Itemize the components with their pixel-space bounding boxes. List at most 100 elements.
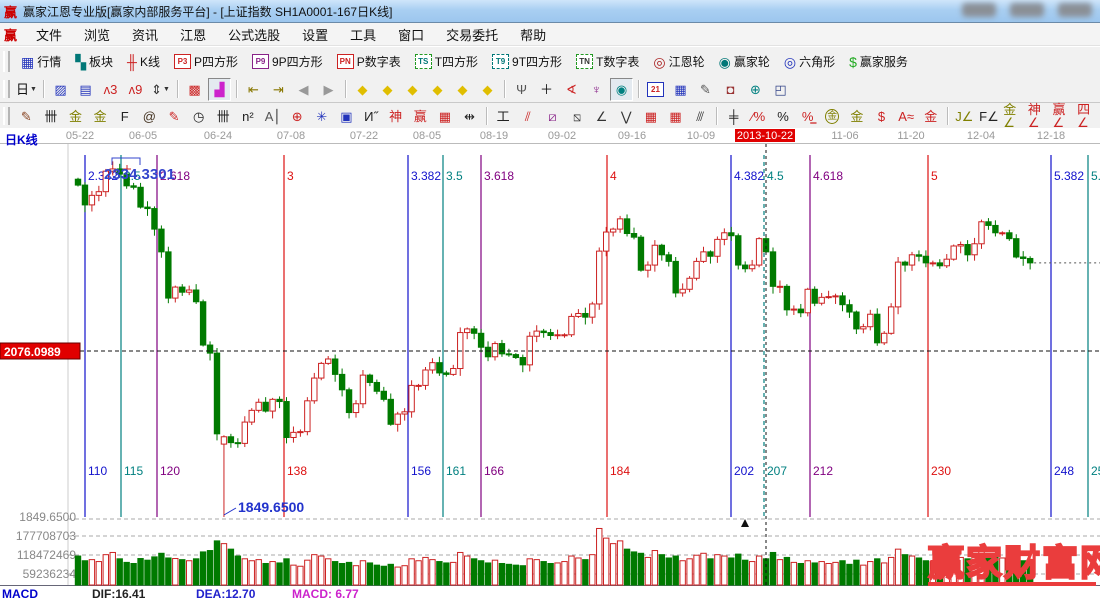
tool-select-tool[interactable]: ◉	[610, 78, 633, 101]
tool-wave-tool[interactable]: A≈	[895, 105, 918, 128]
tool-percent[interactable]: %	[772, 105, 795, 128]
tool-shen-grid[interactable]: 神	[384, 105, 407, 128]
tool-time-vlines[interactable]: 卌	[40, 105, 63, 128]
tool-angle-lines[interactable]: ∠	[590, 105, 613, 128]
toolbar-button-winner-service[interactable]: $赢家服务	[842, 51, 915, 72]
menu-item-8[interactable]: 交易委托	[435, 23, 509, 46]
tool-gold-angle[interactable]: 金∠	[1002, 105, 1025, 128]
minimize-button[interactable]	[962, 3, 996, 17]
tool-v-shape[interactable]: ⋁	[615, 105, 638, 128]
tool-gold-lines[interactable]: 金	[846, 105, 869, 128]
tool-gold-spiral[interactable]: @	[138, 105, 161, 128]
tool-hand-drag[interactable]: Ψ	[510, 78, 533, 101]
tool-mirror-line[interactable]: A⎮	[261, 105, 284, 128]
tool-vlines-2[interactable]: 卌	[212, 105, 235, 128]
tool-histogram-view[interactable]: ▟	[208, 78, 231, 101]
tool-red-grid-1[interactable]: ▦	[640, 105, 663, 128]
tool-period-selector[interactable]: 日▼	[15, 78, 38, 101]
window-controls[interactable]	[962, 3, 1092, 17]
tool-gold-grid-1[interactable]: 金	[64, 105, 87, 128]
tool-zigzag[interactable]: И˝	[360, 105, 383, 128]
tool-save[interactable]: ◘	[719, 78, 742, 101]
tool-last-page[interactable]: ⇥	[267, 78, 290, 101]
tool-ray-star[interactable]: ✳	[310, 105, 333, 128]
tool-ying-box[interactable]: 赢	[409, 105, 432, 128]
tool-gold-grid-2[interactable]: 金	[89, 105, 112, 128]
kline-chart[interactable]: 05-2206-0506-2407-0807-2208-0508-1909-02…	[0, 128, 1100, 598]
tool-draw-pen[interactable]: ✎	[15, 105, 38, 128]
tool-notes[interactable]: ✎	[694, 78, 717, 101]
tool-fib-grid[interactable]: F	[113, 105, 136, 128]
toolbar-button-sectors[interactable]: ▚板块	[68, 51, 120, 72]
toolbar-button-gann-wheel[interactable]: ◎江恩轮	[646, 51, 711, 72]
tool-f-angle[interactable]: F∠	[978, 105, 1001, 128]
tool-price-pen[interactable]: $	[870, 105, 893, 128]
menu-item-6[interactable]: 工具	[339, 23, 387, 46]
toolbar-grip[interactable]	[3, 80, 10, 98]
tool-shen-angle[interactable]: 神∠	[1027, 105, 1050, 128]
tool-zoom-horizontal[interactable]: ◆	[401, 78, 424, 101]
tool-calculator[interactable]: ▦	[669, 78, 692, 101]
tool-gann-tool[interactable]: ♆	[585, 78, 608, 101]
tool-si-angle[interactable]: 四∠	[1076, 105, 1099, 128]
tool-fan-box-2[interactable]: ⧅	[566, 105, 589, 128]
macd-label[interactable]: MACD	[2, 587, 38, 598]
toolbar-button-kline[interactable]: ╫K线	[120, 51, 167, 72]
tool-time-cycle[interactable]: ◷	[187, 105, 210, 128]
tool-beam-tool[interactable]: 工	[492, 105, 515, 128]
tool-gold-red[interactable]: 金	[919, 105, 942, 128]
tool-bars-9min[interactable]: ʌ9	[124, 78, 147, 101]
tool-web-update[interactable]: ⊕	[744, 78, 767, 101]
tool-pct-lines[interactable]: %͇	[796, 105, 819, 128]
tool-expand-all[interactable]: ◆	[476, 78, 499, 101]
menu-item-3[interactable]: 江恩	[169, 23, 217, 46]
tool-first-page[interactable]: ⇤	[242, 78, 265, 101]
tool-expand-vertical[interactable]: ◆	[451, 78, 474, 101]
menu-item-4[interactable]: 公式选股	[217, 23, 291, 46]
tool-layout-view[interactable]: ▨	[49, 78, 72, 101]
close-button[interactable]	[1058, 3, 1092, 17]
maximize-button[interactable]	[1010, 3, 1044, 17]
menu-item-0[interactable]: 文件	[25, 23, 73, 46]
menu-item-7[interactable]: 窗口	[387, 23, 435, 46]
toolbar-button-t-square[interactable]: TST四方形	[408, 51, 485, 72]
toolbar-button-winner-wheel[interactable]: ◉赢家轮	[712, 51, 777, 72]
tool-gold-circle[interactable]: 金	[821, 105, 844, 128]
tool-circle-cross[interactable]: ⊕	[286, 105, 309, 128]
tool-ying-angle[interactable]: 赢∠	[1052, 105, 1075, 128]
tool-prev-page[interactable]: ◀	[292, 78, 315, 101]
tool-grid-123[interactable]: ▦	[434, 105, 457, 128]
toolbar-button-hexagon[interactable]: ◎六角形	[777, 51, 842, 72]
toolbar-button-9p-square[interactable]: P99P四方形	[245, 51, 330, 72]
toolbar-button-quotes[interactable]: ▦行情	[14, 51, 68, 72]
tool-parallel-lines[interactable]: ⫻	[689, 105, 712, 128]
tool-span-measure[interactable]: ⇹	[458, 105, 481, 128]
tool-ratio-table[interactable]: ╪	[722, 105, 745, 128]
tool-j-angle[interactable]: J∠	[953, 105, 976, 128]
tool-pct-slope[interactable]: ∕%	[747, 105, 770, 128]
tool-square-of-n[interactable]: n²	[237, 105, 260, 128]
tool-compress-horizontal[interactable]: ◆	[426, 78, 449, 101]
toolbar-button-t-number-table[interactable]: TNT数字表	[569, 51, 646, 72]
toolbar-button-p-number-table[interactable]: PNP数字表	[330, 51, 408, 72]
tool-candle-style[interactable]: ⇕▼	[149, 78, 172, 101]
tool-red-pen[interactable]: ✎	[163, 105, 186, 128]
menu-item-1[interactable]: 浏览	[73, 23, 121, 46]
tool-next-page[interactable]: ▶	[317, 78, 340, 101]
tool-remote-computer[interactable]: ◰	[769, 78, 792, 101]
toolbar-grip[interactable]	[3, 107, 10, 125]
tool-crosshair-tool[interactable]: ＋	[535, 78, 558, 101]
tool-bars-3min[interactable]: ʌ3	[99, 78, 122, 101]
tool-pattern-mark[interactable]: ▩	[183, 78, 206, 101]
tool-zoom-left[interactable]: ◆	[351, 78, 374, 101]
tool-square-spiral[interactable]: ▣	[335, 105, 358, 128]
tool-red-grid-2[interactable]: ▦	[664, 105, 687, 128]
toolbar-grip[interactable]	[3, 51, 10, 71]
tool-info-list[interactable]: ▤	[74, 78, 97, 101]
toolbar-button-9t-square[interactable]: T99T四方形	[485, 51, 569, 72]
tool-gann-fan[interactable]: ⫽	[516, 105, 539, 128]
tool-fan-box-1[interactable]: ⧄	[541, 105, 564, 128]
tool-zoom-right[interactable]: ◆	[376, 78, 399, 101]
tool-angle-measure[interactable]: ∢	[560, 78, 583, 101]
menu-item-5[interactable]: 设置	[291, 23, 339, 46]
